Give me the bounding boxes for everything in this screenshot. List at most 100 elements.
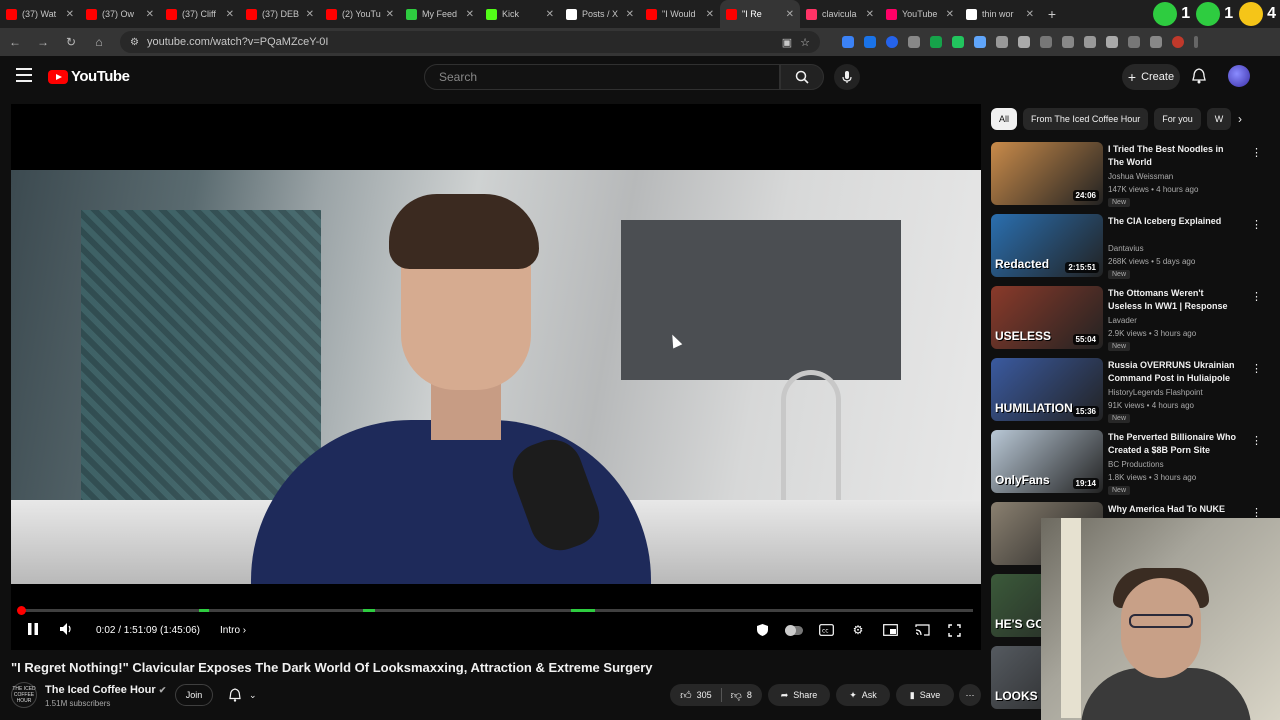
video-thumbnail[interactable]: HUMILIATION 15:36: [991, 358, 1103, 421]
more-vertical-icon[interactable]: ⋮: [1251, 290, 1262, 303]
install-icon[interactable]: ▣: [782, 36, 792, 49]
save-button[interactable]: ▮ Save: [896, 684, 954, 706]
cast-icon[interactable]: [914, 622, 930, 638]
hamburger-menu-icon[interactable]: [16, 68, 32, 82]
extension-icon[interactable]: [1106, 36, 1118, 48]
notifications-bell-icon[interactable]: [1192, 68, 1206, 89]
extension-icon[interactable]: [864, 36, 876, 48]
bookmark-star-icon[interactable]: ☆: [800, 36, 810, 49]
dislike-button[interactable]: 👎︎ 8: [731, 689, 752, 702]
recommended-video[interactable]: OnlyFans 19:14 The Perverted Billionaire W…: [991, 430, 1263, 495]
video-thumbnail[interactable]: 24:06: [991, 142, 1103, 205]
extension-icon[interactable]: [952, 36, 964, 48]
new-tab-button[interactable]: +: [1040, 6, 1064, 22]
browser-tab[interactable]: "I Would ✕: [640, 0, 720, 28]
recommended-title[interactable]: The Perverted Billionaire Who Created a …: [1108, 431, 1238, 457]
recommended-title[interactable]: Russia OVERRUNS Ukrainian Command Post i…: [1108, 359, 1238, 385]
browser-tab[interactable]: (37) Wat ✕: [0, 0, 80, 28]
tab-close-icon[interactable]: ✕: [706, 9, 714, 20]
progress-bar[interactable]: [17, 606, 973, 615]
subscription-bell-button[interactable]: ⌄: [223, 684, 269, 706]
browser-tab[interactable]: (2) YouTu ✕: [320, 0, 400, 28]
tab-close-icon[interactable]: ✕: [306, 9, 314, 20]
tab-close-icon[interactable]: ✕: [546, 9, 554, 20]
browser-menu-icon[interactable]: [1194, 36, 1198, 48]
create-button[interactable]: + Create: [1122, 64, 1180, 90]
extension-icon[interactable]: [930, 36, 942, 48]
extension-icon[interactable]: [908, 36, 920, 48]
home-icon[interactable]: ⌂: [92, 35, 106, 49]
recommended-title[interactable]: The CIA Iceberg Explained: [1108, 215, 1238, 228]
browser-tab[interactable]: clavicula ✕: [800, 0, 880, 28]
address-bar[interactable]: ⚙ youtube.com/watch?v=PQaMZceY-0I ▣ ☆: [120, 31, 820, 53]
video-thumbnail[interactable]: OnlyFans 19:14: [991, 430, 1103, 493]
video-thumbnail[interactable]: USELESS 55:04: [991, 286, 1103, 349]
recommended-title[interactable]: I Tried The Best Noodles in The World: [1108, 143, 1238, 169]
more-vertical-icon[interactable]: ⋮: [1251, 218, 1262, 231]
subtitles-icon[interactable]: cc: [818, 622, 834, 638]
search-input[interactable]: Search: [424, 64, 780, 90]
tab-close-icon[interactable]: ✕: [226, 9, 234, 20]
tab-close-icon[interactable]: ✕: [386, 9, 394, 20]
extension-icon[interactable]: [1040, 36, 1052, 48]
recommended-video[interactable]: HUMILIATION 15:36 Russia OVERRUNS Ukrainia…: [991, 358, 1263, 423]
like-button[interactable]: 👍︎ 305: [680, 689, 712, 702]
settings-gear-icon[interactable]: ⚙: [850, 622, 866, 638]
scrubber-handle[interactable]: [17, 606, 26, 615]
tab-close-icon[interactable]: ✕: [146, 9, 154, 20]
browser-tab[interactable]: (37) Cliff ✕: [160, 0, 240, 28]
filter-chip[interactable]: For you: [1154, 108, 1201, 130]
more-vertical-icon[interactable]: ⋮: [1251, 362, 1262, 375]
browser-tab[interactable]: Posts / X ✕: [560, 0, 640, 28]
miniplayer-icon[interactable]: [882, 622, 898, 638]
profile-icon[interactable]: [1172, 36, 1184, 48]
tab-close-icon[interactable]: ✕: [946, 9, 954, 20]
browser-tab[interactable]: YouTube ✕: [880, 0, 960, 28]
browser-tab[interactable]: Kick ✕: [480, 0, 560, 28]
chevron-right-icon[interactable]: ›: [1238, 112, 1242, 126]
recommended-video[interactable]: Redacted 2:15:51 The CIA Iceberg Explained…: [991, 214, 1263, 279]
more-vertical-icon[interactable]: ⋮: [1251, 146, 1262, 159]
filter-chip[interactable]: From The Iced Coffee Hour: [1023, 108, 1149, 130]
forward-icon[interactable]: →: [36, 35, 50, 49]
extension-icon[interactable]: [996, 36, 1008, 48]
ad-blocker-shield-icon[interactable]: [754, 622, 770, 638]
recommended-title[interactable]: The Ottomans Weren't Useless In WW1 | Re…: [1108, 287, 1238, 314]
recommended-video[interactable]: 24:06 I Tried The Best Noodles in The Wor…: [991, 142, 1263, 207]
tab-close-icon[interactable]: ✕: [626, 9, 634, 20]
video-thumbnail[interactable]: Redacted 2:15:51: [991, 214, 1103, 277]
tab-close-icon[interactable]: ✕: [866, 9, 874, 20]
volume-button[interactable]: [59, 622, 73, 639]
voice-search-button[interactable]: [834, 64, 860, 90]
video-frame[interactable]: [11, 170, 981, 584]
extension-icon[interactable]: [1128, 36, 1140, 48]
join-button[interactable]: Join: [175, 684, 213, 706]
back-icon[interactable]: ←: [8, 35, 22, 49]
youtube-logo[interactable]: YouTube: [48, 68, 130, 85]
ask-button[interactable]: ✦ Ask: [836, 684, 890, 706]
browser-tab[interactable]: (37) DEB ✕: [240, 0, 320, 28]
extension-icon[interactable]: [974, 36, 986, 48]
account-avatar[interactable]: [1228, 65, 1250, 87]
browser-tab[interactable]: thin wor ✕: [960, 0, 1040, 28]
address-url[interactable]: youtube.com/watch?v=PQaMZceY-0I: [147, 36, 774, 48]
extension-badge-icon[interactable]: [1196, 2, 1221, 26]
more-vertical-icon[interactable]: ⋮: [1251, 434, 1262, 447]
filter-chip[interactable]: W: [1206, 108, 1232, 130]
reload-icon[interactable]: ↻: [64, 35, 78, 49]
tab-close-icon[interactable]: ✕: [786, 9, 794, 20]
extension-icon[interactable]: [1150, 36, 1162, 48]
more-actions-button[interactable]: ⋯: [959, 684, 981, 706]
browser-tab[interactable]: My Feed ✕: [400, 0, 480, 28]
channel-name[interactable]: The Iced Coffee Hour ✔: [45, 684, 166, 696]
site-info-icon[interactable]: ⚙: [130, 37, 139, 48]
extension-badge-icon[interactable]: [1153, 2, 1178, 26]
extension-icon[interactable]: [842, 36, 854, 48]
browser-tab[interactable]: (37) Ow ✕: [80, 0, 160, 28]
autoplay-toggle[interactable]: [784, 622, 804, 638]
tab-close-icon[interactable]: ✕: [1026, 9, 1034, 20]
extension-badge-icon[interactable]: [1239, 2, 1264, 26]
fullscreen-icon[interactable]: [946, 622, 962, 638]
extension-icon[interactable]: [1084, 36, 1096, 48]
extension-icon[interactable]: [1062, 36, 1074, 48]
